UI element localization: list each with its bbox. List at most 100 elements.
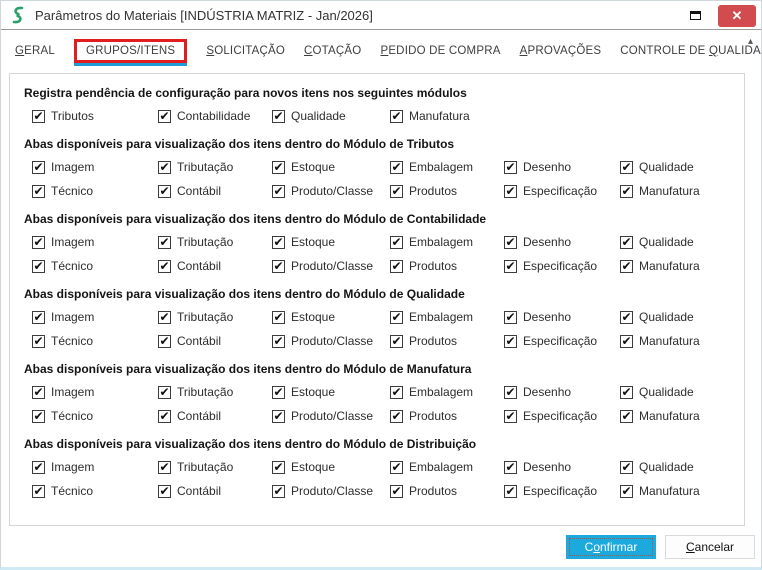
checkbox[interactable] xyxy=(620,185,633,198)
checkbox-option[interactable]: Imagem xyxy=(32,310,158,325)
checkbox[interactable] xyxy=(504,485,517,498)
checkbox-option[interactable]: Tributação xyxy=(158,385,272,400)
checkbox-option[interactable]: Tributação xyxy=(158,460,272,475)
checkbox-option[interactable]: Tributação xyxy=(158,160,272,175)
tab-grupos-itens[interactable]: GRUPOS/ITENS xyxy=(74,39,188,66)
checkbox-option[interactable]: Técnico xyxy=(32,184,158,199)
checkbox-option[interactable]: Manufatura xyxy=(620,409,738,424)
checkbox[interactable] xyxy=(32,236,45,249)
checkbox-option[interactable]: Manufatura xyxy=(620,184,738,199)
checkbox[interactable] xyxy=(504,335,517,348)
checkbox-option[interactable]: Produtos xyxy=(390,484,504,499)
checkbox[interactable] xyxy=(272,236,285,249)
checkbox[interactable] xyxy=(272,335,285,348)
checkbox[interactable] xyxy=(504,161,517,174)
checkbox[interactable] xyxy=(32,185,45,198)
checkbox-option[interactable]: Produtos xyxy=(390,184,504,199)
checkbox-option[interactable]: Imagem xyxy=(32,160,158,175)
checkbox[interactable] xyxy=(390,110,403,123)
checkbox-option[interactable]: Produto/Classe xyxy=(272,259,390,274)
tab-pedido-de-compra[interactable]: PEDIDO DE COMPRA xyxy=(380,45,500,57)
checkbox-option[interactable]: Especificação xyxy=(504,409,620,424)
tab-aprovacoes[interactable]: APROVAÇÕES xyxy=(520,45,602,57)
checkbox[interactable] xyxy=(158,110,171,123)
checkbox-option[interactable]: Especificação xyxy=(504,334,620,349)
checkbox[interactable] xyxy=(620,311,633,324)
checkbox[interactable] xyxy=(504,185,517,198)
checkbox[interactable] xyxy=(504,311,517,324)
confirm-button[interactable]: Confirmar xyxy=(566,535,656,559)
checkbox[interactable] xyxy=(504,260,517,273)
checkbox[interactable] xyxy=(32,461,45,474)
checkbox[interactable] xyxy=(272,311,285,324)
checkbox[interactable] xyxy=(390,236,403,249)
checkbox-option[interactable]: Manufatura xyxy=(620,259,738,274)
checkbox-option[interactable]: Estoque xyxy=(272,160,390,175)
checkbox-option[interactable]: Embalagem xyxy=(390,460,504,475)
checkbox-option[interactable]: Imagem xyxy=(32,460,158,475)
cancel-button[interactable]: Cancelar xyxy=(665,535,755,559)
checkbox-option[interactable]: Tributação xyxy=(158,235,272,250)
checkbox[interactable] xyxy=(390,410,403,423)
checkbox-option[interactable]: Produtos xyxy=(390,409,504,424)
checkbox[interactable] xyxy=(158,161,171,174)
checkbox-option[interactable]: Desenho xyxy=(504,235,620,250)
checkbox[interactable] xyxy=(32,386,45,399)
checkbox[interactable] xyxy=(390,485,403,498)
tab-overflow-arrow-icon[interactable]: ▴ xyxy=(748,36,753,47)
checkbox[interactable] xyxy=(32,110,45,123)
checkbox[interactable] xyxy=(32,260,45,273)
checkbox[interactable] xyxy=(158,485,171,498)
checkbox[interactable] xyxy=(272,161,285,174)
checkbox[interactable] xyxy=(158,311,171,324)
checkbox[interactable] xyxy=(620,236,633,249)
tab-solicitacao[interactable]: SOLICITAÇÃO xyxy=(206,45,285,57)
checkbox[interactable] xyxy=(504,410,517,423)
checkbox-option[interactable]: Técnico xyxy=(32,409,158,424)
checkbox-option[interactable]: Tributação xyxy=(158,310,272,325)
checkbox-option[interactable]: Desenho xyxy=(504,160,620,175)
checkbox-option[interactable]: Estoque xyxy=(272,310,390,325)
tab-controle-de-qualidade[interactable]: CONTROLE DE QUALIDADE xyxy=(620,45,761,57)
minimize-button[interactable] xyxy=(680,3,710,27)
checkbox[interactable] xyxy=(272,485,285,498)
checkbox[interactable] xyxy=(272,461,285,474)
checkbox[interactable] xyxy=(158,236,171,249)
checkbox-option[interactable]: Técnico xyxy=(32,259,158,274)
checkbox-option[interactable]: Embalagem xyxy=(390,310,504,325)
checkbox-option[interactable]: Produtos xyxy=(390,334,504,349)
checkbox[interactable] xyxy=(620,485,633,498)
checkbox-option[interactable]: Produto/Classe xyxy=(272,484,390,499)
checkbox-option[interactable]: Desenho xyxy=(504,385,620,400)
checkbox[interactable] xyxy=(620,386,633,399)
checkbox-option[interactable]: Embalagem xyxy=(390,160,504,175)
checkbox[interactable] xyxy=(158,461,171,474)
checkbox[interactable] xyxy=(158,185,171,198)
checkbox-option[interactable]: Estoque xyxy=(272,460,390,475)
checkbox-option[interactable]: Contabilidade xyxy=(158,109,272,124)
checkbox[interactable] xyxy=(32,485,45,498)
checkbox[interactable] xyxy=(390,461,403,474)
checkbox[interactable] xyxy=(390,185,403,198)
checkbox-option[interactable]: Manufatura xyxy=(620,334,738,349)
checkbox[interactable] xyxy=(390,335,403,348)
checkbox-option[interactable]: Produto/Classe xyxy=(272,184,390,199)
checkbox[interactable] xyxy=(390,161,403,174)
checkbox-option[interactable]: Imagem xyxy=(32,235,158,250)
checkbox-option[interactable]: Estoque xyxy=(272,385,390,400)
checkbox[interactable] xyxy=(620,260,633,273)
checkbox-option[interactable]: Desenho xyxy=(504,460,620,475)
checkbox[interactable] xyxy=(272,260,285,273)
checkbox-option[interactable]: Contábil xyxy=(158,334,272,349)
checkbox-option[interactable]: Qualidade xyxy=(272,109,390,124)
checkbox[interactable] xyxy=(620,335,633,348)
checkbox[interactable] xyxy=(158,260,171,273)
checkbox-option[interactable]: Estoque xyxy=(272,235,390,250)
checkbox[interactable] xyxy=(272,386,285,399)
checkbox-option[interactable]: Contábil xyxy=(158,409,272,424)
checkbox-option[interactable]: Embalagem xyxy=(390,385,504,400)
checkbox[interactable] xyxy=(32,410,45,423)
checkbox-option[interactable]: Produto/Classe xyxy=(272,409,390,424)
checkbox-option[interactable]: Especificação xyxy=(504,484,620,499)
tab-cotacao[interactable]: COTAÇÃO xyxy=(304,45,361,57)
